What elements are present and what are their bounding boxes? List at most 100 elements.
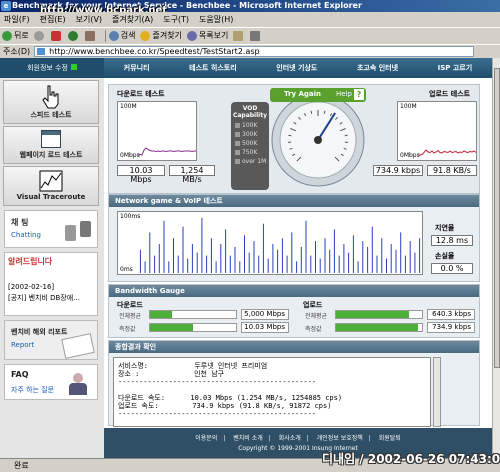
network-test-panel: Network game & VoIP 테스트 100ms 0ms 지연율 12…: [108, 194, 480, 282]
webpage-icon: [41, 130, 61, 148]
loss-readout: 0.0 %: [431, 263, 473, 274]
forward-button[interactable]: [33, 30, 46, 41]
menu-favorites[interactable]: 즐겨찾기(A): [112, 14, 153, 25]
page-viewport: 회원정보 수정 커뮤니티 테스트 히스토리 인터넷 기상도 초고속 인터넷 IS…: [0, 58, 492, 458]
download-graph-plot: [138, 147, 196, 156]
gauge-tick: [344, 134, 348, 137]
refresh-button[interactable]: [67, 30, 80, 41]
back-button[interactable]: 뒤로: [2, 30, 29, 41]
network-graph-plot: [139, 217, 421, 273]
home-icon: [84, 30, 95, 41]
member-edit-link[interactable]: 회원정보 수정: [0, 58, 104, 78]
ie-icon: e: [1, 1, 11, 11]
latency-label: 지연율: [435, 224, 455, 232]
bandwidth-panel: Bandwidth Gauge 다운로드 전체평균 5,000 Mbps 측정값…: [108, 284, 480, 338]
vod-title: VOD Capability: [232, 105, 268, 119]
home-button[interactable]: [84, 30, 97, 41]
vod-level-300k: 300K: [231, 130, 269, 139]
faq-text: 자주 하는 질문: [11, 386, 55, 394]
page-scrollbar-thumb[interactable]: [494, 68, 500, 368]
footer-link-about-benchbee[interactable]: 벤치비 소개: [233, 435, 263, 442]
mail-icon: [233, 30, 244, 41]
vod-level-500k: 500K: [231, 139, 269, 148]
help-question-icon[interactable]: ?: [354, 89, 364, 100]
webpage-load-test-label: 웹페이지 로드 테스트: [19, 151, 83, 159]
footer-link-withdraw[interactable]: 회원탈퇴: [379, 435, 401, 442]
menubar: 파일(F) 편집(E) 보기(V) 즐겨찾기(A) 도구(T) 도움말(H): [0, 12, 500, 26]
download-measured-value: 10.03 Mbps: [241, 322, 289, 333]
footer-link-company[interactable]: 회사소개: [279, 435, 301, 442]
history-label: 목록보기: [198, 31, 229, 40]
chatting-cups-icon: [65, 217, 93, 243]
print-button[interactable]: [250, 30, 262, 41]
menu-file[interactable]: 파일(F): [4, 14, 30, 25]
download-line: [138, 147, 196, 156]
hand-cursor-icon: [42, 85, 59, 109]
summary-title: 종합결과 확인: [109, 341, 479, 353]
toolbar-separator: [104, 29, 106, 42]
upload-test-title: 업로드 테스트: [429, 90, 471, 98]
footer-link-privacy[interactable]: 개인정보 보호정책: [317, 435, 363, 442]
print-icon: [250, 30, 261, 41]
notice-link[interactable]: [공지] 벤치비 DB장애...: [8, 293, 94, 303]
download-measured-fill: [150, 324, 193, 331]
history-button[interactable]: 목록보기: [186, 30, 229, 41]
search-button[interactable]: 검색: [108, 30, 135, 41]
download-avg-fill: [150, 311, 172, 318]
bandwidth-upload-title: 업로드: [303, 301, 323, 309]
left-sidebar: 스피드 테스트 웹페이지 로드 테스트 Visual Traceroute 채 …: [0, 78, 104, 458]
download-test-title: 다운로드 테스트: [117, 90, 165, 98]
latency-readout: 12.8 ms: [431, 235, 473, 246]
member-edit-label: 회원정보 수정: [27, 64, 68, 72]
network-test-title: Network game & VoIP 테스트: [109, 195, 479, 207]
gauge-tick: [288, 134, 292, 137]
chatting-banner[interactable]: 채 팅 Chatting: [4, 210, 98, 248]
stop-button[interactable]: [50, 30, 63, 41]
download-mbps-readout: 10.03 Mbps: [117, 165, 165, 184]
loss-label: 손실율: [435, 252, 455, 260]
upload-graph-bottom-label: 0Mbps: [400, 152, 420, 159]
nav-choose-isp[interactable]: ISP 고르기: [438, 63, 473, 73]
nav-community[interactable]: 커뮤니티: [124, 63, 150, 73]
visual-traceroute-menu[interactable]: Visual Traceroute: [3, 166, 99, 206]
footer-link-inquiry[interactable]: 이용문의: [195, 435, 217, 442]
history-icon: [186, 30, 197, 41]
page-scrollbar[interactable]: [492, 58, 500, 458]
menu-edit[interactable]: 편집(E): [40, 14, 66, 25]
summary-results-text[interactable]: 서비스명: 두루넷 인터넷 프리미엄 장소 : 인천 남구 ----------…: [113, 357, 431, 427]
bandwidth-download-title: 다운로드: [117, 301, 143, 309]
network-graph-bottom-label: 0ms: [120, 266, 133, 273]
help-button[interactable]: Help: [336, 90, 352, 98]
upload-graph: 100M 0Mbps: [397, 101, 477, 161]
toolbar: 뒤로 검색 즐겨찾기 목록보기: [0, 27, 500, 43]
faq-banner[interactable]: FAQ 자주 하는 질문: [4, 364, 98, 400]
nav-internet-weather[interactable]: 인터넷 기상도: [276, 63, 317, 73]
menu-tools[interactable]: 도구(T): [163, 14, 189, 25]
overseas-report-banner[interactable]: 벤치비 해외 리포트 Report: [4, 320, 98, 360]
summary-scrollbar[interactable]: [433, 357, 441, 427]
favorites-button[interactable]: 즐겨찾기: [140, 30, 182, 41]
nav-test-history[interactable]: 테스트 히스토리: [189, 63, 237, 73]
download-avg-value: 5,000 Mbps: [241, 309, 289, 320]
favorites-label: 즐겨찾기: [152, 31, 182, 40]
traceroute-chart-icon: [39, 170, 63, 192]
menu-view[interactable]: 보기(V): [76, 14, 102, 25]
top-navigation: 커뮤니티 테스트 히스토리 인터넷 기상도 초고속 인터넷 ISP 고르기: [104, 58, 492, 78]
address-input[interactable]: http://www.benchbee.co.kr/Speedtest/Test…: [34, 46, 475, 57]
upload-graph-top-label: 100M: [400, 103, 417, 110]
nav-highspeed-internet[interactable]: 초고속 인터넷: [357, 63, 398, 73]
webpage-load-test-menu[interactable]: 웹페이지 로드 테스트: [3, 126, 99, 164]
menu-help[interactable]: 도움말(H): [199, 14, 233, 25]
stop-icon: [50, 30, 61, 41]
faq-person-icon: [67, 373, 89, 397]
mail-button[interactable]: [233, 30, 245, 41]
speed-gauge: [268, 88, 368, 188]
upload-avg-label: 전체평균: [305, 313, 328, 320]
speed-test-label: 스피드 테스트: [30, 111, 72, 119]
try-again-button[interactable]: Try Again: [284, 90, 321, 98]
overseas-report-label: 벤치비 해외 리포트: [11, 328, 68, 336]
visual-traceroute-label: Visual Traceroute: [16, 193, 86, 201]
upload-avg-fill: [336, 311, 410, 318]
speed-test-menu[interactable]: 스피드 테스트: [3, 80, 99, 124]
upload-line: [418, 149, 476, 156]
